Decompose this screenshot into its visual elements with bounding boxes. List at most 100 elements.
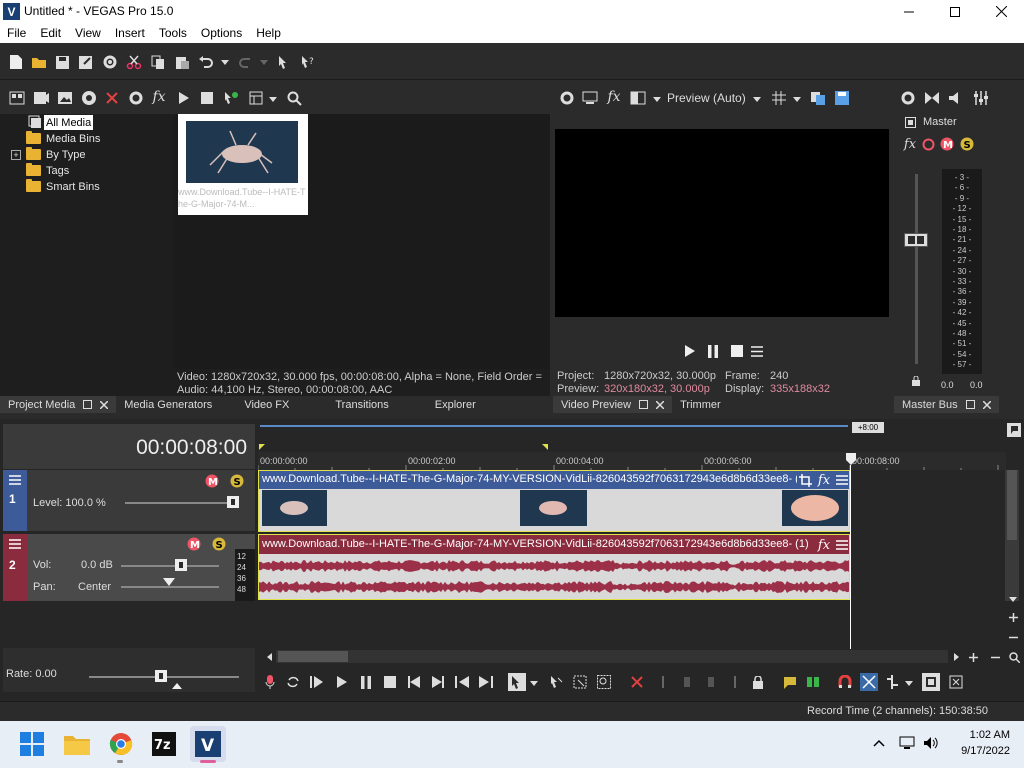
video-track-mute-icon[interactable]: M [205,474,219,488]
views-dropdown-icon[interactable] [268,95,278,103]
views-icon[interactable] [247,90,265,106]
audio-clip-menu-icon[interactable] [835,539,849,551]
system-tray-chevron-icon[interactable] [872,736,886,750]
help-pointer-icon[interactable] [274,52,294,72]
audio-track-solo-icon[interactable]: S [212,537,226,551]
split-icon[interactable] [726,673,744,691]
go-to-start-icon[interactable] [405,673,423,691]
video-clip-menu-icon[interactable] [835,474,849,486]
new-file-icon[interactable] [6,52,26,72]
trim-end-icon[interactable] [702,673,720,691]
volume-icon[interactable] [922,734,940,752]
close-tab-icon[interactable] [656,400,665,409]
split-screen-dropdown-icon[interactable] [652,95,662,103]
7zip-icon[interactable]: 7z [146,726,182,762]
preview-stop-icon[interactable] [730,344,744,358]
redo-dropdown-icon[interactable] [259,58,269,66]
cut-icon[interactable] [124,52,144,72]
zoom-in-horizontal-icon[interactable] [966,651,980,663]
master-mute-icon[interactable]: M [940,137,954,151]
file-explorer-icon[interactable] [59,726,95,762]
lock-icon[interactable] [749,673,767,691]
scroll-left-icon[interactable] [264,652,274,662]
network-icon[interactable] [898,734,916,752]
zoom-out-horizontal-icon[interactable] [988,651,1002,663]
preview-quality-dropdown-icon[interactable] [752,95,762,103]
copy-snapshot-icon[interactable] [809,90,827,106]
ignore-grouping-icon[interactable] [947,673,965,691]
delete-icon[interactable] [628,673,646,691]
paste-icon[interactable] [172,52,192,72]
downmix-icon[interactable] [923,90,941,106]
video-track-solo-icon[interactable]: S [230,474,244,488]
vegas-icon[interactable]: V [190,726,226,762]
vol-slider-track[interactable] [121,565,219,567]
pan-slider-track[interactable] [121,586,219,588]
menu-file[interactable]: File [0,26,33,40]
timeline-vertical-scrollbar[interactable] [1005,470,1019,601]
next-frame-icon[interactable] [477,673,495,691]
scroll-right-icon[interactable] [951,652,961,662]
horizontal-scroll-thumb[interactable] [278,651,348,662]
save-as-icon[interactable] [75,52,95,72]
save-icon[interactable] [52,52,72,72]
selection-tool-icon[interactable] [571,673,589,691]
menu-view[interactable]: View [68,26,108,40]
pan-slider-handle[interactable] [163,578,175,586]
save-snapshot-icon[interactable] [833,90,851,106]
snapping-icon[interactable] [836,673,854,691]
previous-frame-icon[interactable] [453,673,471,691]
play-icon[interactable] [333,673,351,691]
audio-clip[interactable]: www.Download.Tube--I-HATE-The-G-Major-74… [258,534,850,600]
marker-panel-icon[interactable] [1007,423,1021,437]
rate-slider-handle[interactable] [155,670,167,682]
track-menu-icon[interactable] [9,474,21,486]
vol-slider-handle[interactable] [175,559,187,571]
scroll-down-icon[interactable] [1008,595,1018,603]
loop-end-marker[interactable] [542,444,548,450]
stop-preview-icon[interactable] [199,90,215,106]
mixer-gear-icon[interactable] [899,90,917,106]
vegas-app-icon[interactable]: V [3,3,20,20]
play-from-start-icon[interactable] [308,673,326,691]
envelope-tool-icon[interactable] [547,673,565,691]
video-level-slider-handle[interactable] [227,496,239,508]
master-fx-icon[interactable]: fx [902,136,918,152]
media-fx-icon[interactable]: fx [150,88,168,106]
loop-start-marker[interactable] [259,444,265,450]
audio-clip-fx-icon[interactable]: fx [816,537,832,553]
timeline-horizontal-scrollbar[interactable] [276,650,948,663]
overlays-dropdown-icon[interactable] [792,95,802,103]
loop-region-bar[interactable] [260,425,848,427]
tab-master-bus[interactable]: Master Bus [894,396,999,413]
undo-icon[interactable] [196,52,216,72]
start-icon[interactable] [14,726,50,762]
undock-icon[interactable] [965,400,975,409]
audio-track-header[interactable]: 2 M S Vol: 0.0 dB Pan: Center 12 24 36 4… [3,534,255,601]
loop-playback-icon[interactable] [284,673,302,691]
video-clip-fx-icon[interactable]: fx [816,472,832,488]
whats-this-help-icon[interactable]: ? [298,52,318,72]
properties-gear-icon[interactable] [100,52,120,72]
time-ruler[interactable]: 00:00:00:00 00:00:02:00 00:00:04:00 00:0… [258,452,1006,470]
master-solo-icon[interactable]: S [960,137,974,151]
mixer-settings-icon[interactable] [972,90,990,106]
zoom-out-vertical-icon[interactable] [1006,631,1020,643]
preview-pause-icon[interactable] [706,344,720,358]
media-properties-icon[interactable] [127,90,145,106]
trim-icon[interactable] [654,673,672,691]
tree-item-all-media[interactable]: All Media [44,115,94,130]
tab-transitions[interactable]: Transitions [327,396,396,413]
menu-options[interactable]: Options [194,26,249,40]
master-insert-icon[interactable] [921,137,935,151]
preview-quality-select[interactable]: Preview (Auto) [667,91,746,105]
insert-marker-icon[interactable] [781,673,799,691]
copy-icon[interactable] [148,52,168,72]
zoom-tool-icon[interactable] [1007,650,1021,664]
auto-crossfade-icon[interactable] [860,673,878,691]
playhead-handle[interactable] [846,453,856,465]
close-tab-icon[interactable] [982,400,991,409]
preview-play-icon[interactable] [683,344,697,358]
zoom-in-vertical-icon[interactable] [1006,611,1020,623]
auto-ripple-icon[interactable] [883,673,901,691]
